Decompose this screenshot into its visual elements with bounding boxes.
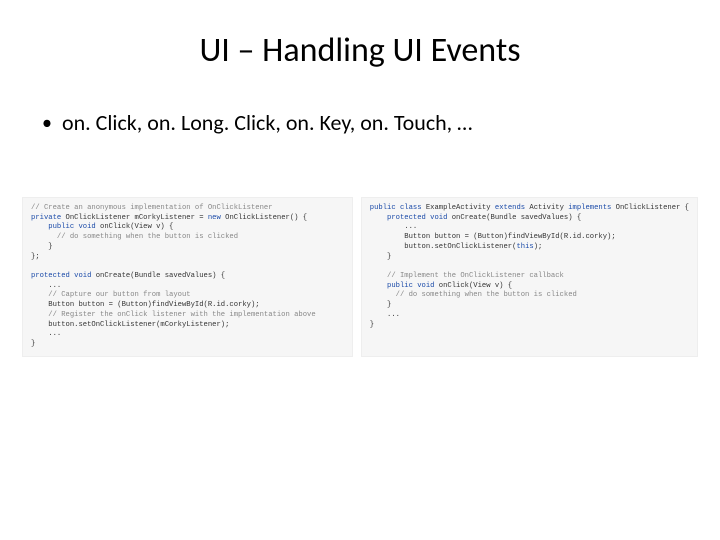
code-line: // Implement the OnClickListener callbac… [370, 272, 564, 280]
code-line: implements [568, 204, 611, 212]
code-line: protected void [31, 272, 91, 280]
code-line: // do something when the button is click… [370, 291, 577, 299]
code-line [370, 262, 374, 270]
code-line: } [31, 340, 35, 348]
code-line: protected void [370, 214, 448, 222]
slide-title: UI – Handling UI Events [30, 30, 690, 71]
code-line: ... [31, 282, 61, 290]
code-line: OnClickListener { [611, 204, 689, 212]
code-line: new [208, 214, 221, 222]
code-line: onCreate(Bundle savedValues) { [447, 214, 581, 222]
code-line: OnClickListener mCorkyListener = [61, 214, 208, 222]
code-line: } [370, 321, 374, 329]
bullet-dot-icon: • [42, 109, 52, 137]
code-line: Button button = (Button)findViewById(R.i… [31, 301, 260, 309]
code-line: // Register the onClick listener with th… [31, 311, 316, 319]
code-row: // Create an anonymous implementation of… [22, 197, 698, 357]
code-line: public class [370, 204, 422, 212]
code-line: private [31, 214, 61, 222]
code-block-left: // Create an anonymous implementation of… [22, 197, 353, 357]
code-line: } [31, 243, 53, 251]
code-line: public void [370, 282, 435, 290]
code-line: onCreate(Bundle savedValues) { [91, 272, 225, 280]
code-line: ); [534, 243, 543, 251]
bullet-item: • on. Click, on. Long. Click, on. Key, o… [42, 109, 690, 137]
code-line: button.setOnClickListener( [370, 243, 517, 251]
code-line: // do something when the button is click… [31, 233, 238, 241]
slide: UI – Handling UI Events • on. Click, on.… [0, 0, 720, 540]
code-line: extends [495, 204, 525, 212]
code-line: } [370, 301, 392, 309]
code-line: ... [31, 330, 61, 338]
code-line: // Create an anonymous implementation of… [31, 204, 273, 212]
code-line: onClick(View v) { [96, 223, 174, 231]
code-line: ... [370, 311, 400, 319]
code-line: Button button = (Button)findViewById(R.i… [370, 233, 616, 241]
code-line: OnClickListener() { [221, 214, 307, 222]
code-line: public void [31, 223, 96, 231]
code-line: button.setOnClickListener(mCorkyListener… [31, 321, 229, 329]
code-line: }; [31, 253, 40, 261]
code-line: ... [370, 223, 417, 231]
code-line: Activity [525, 204, 568, 212]
code-line [31, 262, 35, 270]
code-line: // Capture our button from layout [31, 291, 191, 299]
code-line: ExampleActivity [422, 204, 495, 212]
code-line: onClick(View v) { [434, 282, 512, 290]
code-block-right: public class ExampleActivity extends Act… [361, 197, 698, 357]
code-line: } [370, 253, 392, 261]
code-line: this [516, 243, 533, 251]
bullet-text: on. Click, on. Long. Click, on. Key, on.… [62, 109, 472, 137]
